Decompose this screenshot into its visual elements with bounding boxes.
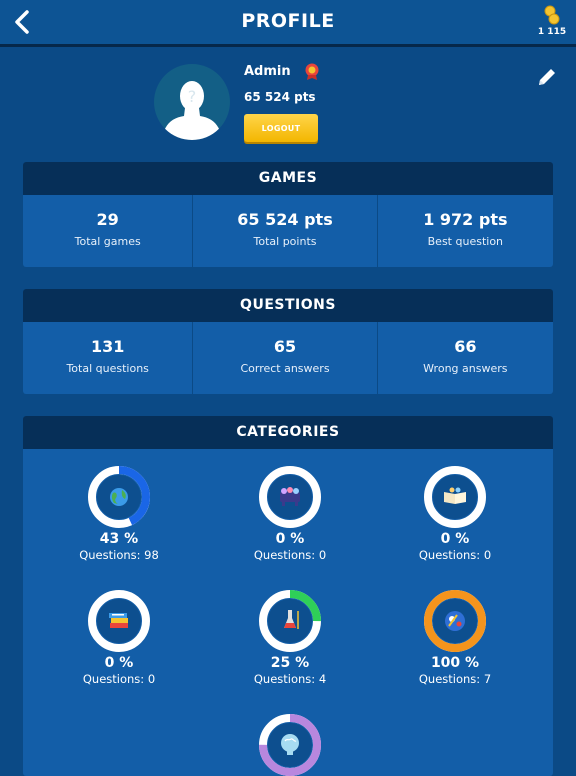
category-books[interactable]: 0 % Questions: 0	[49, 589, 189, 686]
questions-card: QUESTIONS 131 Total questions 65 Correct…	[23, 289, 553, 394]
coin-balance[interactable]: 1 115	[536, 4, 568, 37]
category-questions: Questions: 7	[418, 672, 492, 686]
games-stats: 29 Total games 65 524 pts Total points 1…	[23, 195, 553, 267]
category-literature[interactable]: 0 % Questions: 0	[385, 465, 525, 562]
pencil-icon[interactable]	[536, 66, 558, 88]
category-percent: 43 %	[99, 531, 139, 547]
page-title: PROFILE	[241, 10, 335, 32]
avatar: ?	[154, 64, 230, 140]
stat-total-questions: 131 Total questions	[23, 322, 194, 394]
stat-wrong-answers: 66 Wrong answers	[378, 322, 553, 394]
category-questions: Questions: 0	[82, 672, 156, 686]
category-progress-ring	[259, 590, 321, 652]
games-card: GAMES 29 Total games 65 524 pts Total po…	[23, 162, 553, 267]
category-progress-ring	[424, 590, 486, 652]
stat-correct-answers: 65 Correct answers	[193, 322, 378, 394]
profile-section: ? Admin 65 524 pts LOGOUT	[0, 48, 576, 158]
stat-value: 29	[96, 210, 119, 229]
stat-total-points: 65 524 pts Total points	[193, 195, 378, 267]
top-bar: PROFILE 1 115	[0, 0, 576, 47]
category-questions: Questions: 4	[253, 672, 327, 686]
categories-card: CATEGORIES 43 % Questions: 98 0 % Questi…	[23, 416, 553, 776]
stat-label: Total questions	[66, 362, 149, 375]
category-progress-ring	[259, 714, 321, 776]
user-silhouette-icon: ?	[162, 81, 222, 140]
category-progress-ring	[259, 466, 321, 528]
username: Admin	[244, 64, 291, 79]
stat-label: Correct answers	[240, 362, 330, 375]
questions-card-title: QUESTIONS	[23, 289, 553, 322]
stat-total-games: 29 Total games	[23, 195, 194, 267]
category-percent: 0 %	[275, 531, 305, 547]
category-percent: 0 %	[104, 655, 134, 671]
category-brain[interactable]	[220, 713, 360, 776]
coins-icon	[544, 5, 560, 25]
globe-icon	[110, 488, 128, 506]
categories-grid: 43 % Questions: 98 0 % Questions: 0 0 % …	[23, 449, 553, 776]
category-science[interactable]: 25 % Questions: 4	[220, 589, 360, 686]
medal-icon	[305, 63, 319, 80]
category-progress-ring	[424, 466, 486, 528]
category-geography[interactable]: 43 % Questions: 98	[49, 465, 189, 562]
stat-value: 65 524 pts	[237, 210, 333, 229]
stat-value: 131	[90, 337, 125, 356]
logout-button[interactable]: LOGOUT	[244, 114, 318, 142]
games-card-title: GAMES	[23, 162, 553, 195]
stat-label: Wrong answers	[423, 362, 508, 375]
questions-stats: 131 Total questions 65 Correct answers 6…	[23, 322, 553, 394]
stat-label: Total points	[253, 235, 317, 248]
stat-value: 66	[454, 337, 477, 356]
stat-best-question: 1 972 pts Best question	[378, 195, 553, 267]
category-music[interactable]: 0 % Questions: 0	[220, 465, 360, 562]
stat-value: 1 972 pts	[423, 210, 508, 229]
stat-label: Best question	[427, 235, 504, 248]
category-questions: Questions: 0	[253, 548, 327, 562]
stat-value: 65	[273, 337, 297, 356]
category-percent: 0 %	[440, 531, 470, 547]
coin-count: 1 115	[537, 27, 567, 37]
stat-label: Total games	[74, 235, 141, 248]
books-icon	[109, 613, 128, 628]
categories-card-title: CATEGORIES	[23, 416, 553, 449]
category-questions: Questions: 0	[418, 548, 492, 562]
category-percent: 25 %	[270, 655, 310, 671]
category-questions: Questions: 98	[79, 548, 159, 562]
sports-icon	[445, 611, 465, 631]
category-progress-ring	[88, 590, 150, 652]
category-progress-ring	[88, 466, 150, 528]
category-percent: 100 %	[430, 655, 480, 671]
svg-text:?: ?	[188, 87, 197, 106]
category-sports[interactable]: 100 % Questions: 7	[385, 589, 525, 686]
profile-points: 65 524 pts	[244, 90, 316, 104]
